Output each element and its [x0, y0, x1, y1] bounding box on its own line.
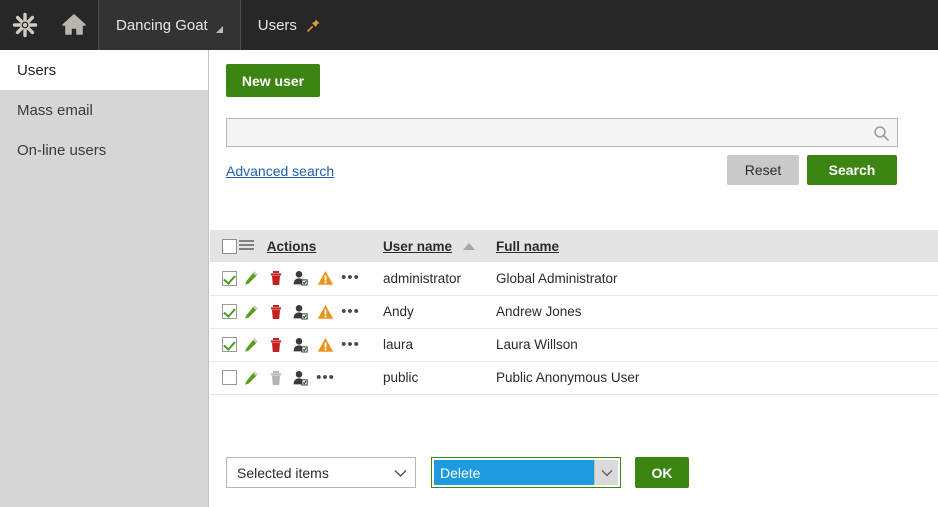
row-user-name: laura [383, 328, 496, 362]
user-roles-icon[interactable] [288, 337, 313, 353]
actions-header: Actions [238, 230, 383, 262]
chevron-down-icon [394, 465, 407, 481]
select-all-header [210, 230, 238, 262]
new-user-button[interactable]: New user [226, 64, 320, 97]
more-actions-icon[interactable]: ••• [338, 337, 363, 352]
home-icon[interactable] [49, 0, 98, 50]
row-checkbox[interactable] [222, 370, 237, 386]
full-name-header: Full name [496, 230, 938, 262]
user-name-header: User name [383, 230, 496, 262]
scope-select[interactable]: Selected items [226, 457, 416, 488]
edit-pencil-icon[interactable] [238, 370, 263, 386]
actions-header-label[interactable]: Actions [267, 239, 317, 254]
search-input[interactable] [227, 119, 897, 146]
site-selector-tab[interactable]: Dancing Goat [99, 0, 240, 50]
sidebar-item-label: Mass email [17, 101, 93, 119]
main-content-area: New user Advanced search Reset Search Ac… [210, 50, 938, 507]
more-actions-icon[interactable]: ••• [338, 304, 363, 319]
chevron-down-icon [215, 25, 223, 33]
action-select-value: Delete [434, 460, 594, 485]
row-actions-cell: ••• [238, 328, 383, 362]
row-select-cell [210, 262, 238, 296]
warning-triangle-icon[interactable] [313, 337, 338, 353]
search-field-wrapper [226, 118, 898, 147]
warning-triangle-icon[interactable] [313, 304, 338, 320]
row-user-name: Andy [383, 295, 496, 329]
sidebar-navigation: Users Mass email On-line users [0, 50, 209, 507]
ok-button[interactable]: OK [635, 457, 689, 488]
user-roles-icon[interactable] [288, 270, 313, 286]
kentico-asterisk-logo-icon[interactable] [0, 0, 49, 50]
more-actions-icon[interactable]: ••• [313, 370, 338, 385]
table-row[interactable]: ••• laura Laura Willson [210, 328, 938, 362]
sidebar-item-online-users[interactable]: On-line users [0, 130, 208, 170]
row-actions-cell: ••• [238, 262, 383, 296]
search-button[interactable]: Search [807, 155, 897, 185]
row-full-name: Global Administrator [496, 262, 938, 296]
top-navigation-bar: Dancing Goat Users [0, 0, 938, 50]
users-table-body: ••• administrator Global Administrator •… [210, 262, 938, 395]
row-user-name: public [383, 361, 496, 395]
table-header-row: Actions User name Full name [210, 230, 938, 262]
reset-button[interactable]: Reset [727, 155, 799, 185]
table-row[interactable]: ••• public Public Anonymous User [210, 361, 938, 395]
action-select[interactable]: Delete [431, 457, 621, 488]
row-actions-cell: ••• [238, 295, 383, 329]
table-row[interactable]: ••• Andy Andrew Jones [210, 295, 938, 329]
row-full-name: Andrew Jones [496, 295, 938, 329]
delete-trash-icon-disabled [263, 370, 288, 386]
row-checkbox[interactable] [222, 304, 237, 320]
pushpin-icon[interactable] [306, 18, 321, 33]
table-row[interactable]: ••• administrator Global Administrator [210, 262, 938, 296]
sidebar-item-mass-email[interactable]: Mass email [0, 90, 208, 130]
user-roles-icon[interactable] [288, 304, 313, 320]
user-roles-icon[interactable] [288, 370, 313, 386]
sidebar-item-label: On-line users [17, 141, 107, 159]
delete-trash-icon[interactable] [263, 270, 288, 286]
chevron-down-icon[interactable] [594, 460, 618, 485]
row-select-cell [210, 328, 238, 362]
row-checkbox[interactable] [222, 271, 237, 287]
edit-pencil-icon[interactable] [238, 337, 263, 353]
row-select-cell [210, 361, 238, 395]
more-actions-icon[interactable]: ••• [338, 270, 363, 285]
advanced-search-link[interactable]: Advanced search [226, 163, 334, 179]
site-selector-label: Dancing Goat [116, 16, 208, 34]
hamburger-menu-icon[interactable] [238, 239, 255, 254]
row-full-name: Public Anonymous User [496, 361, 938, 395]
users-admin-page: Dancing Goat Users Users Mass email On-l… [0, 0, 938, 507]
edit-pencil-icon[interactable] [238, 270, 263, 286]
warning-triangle-icon[interactable] [313, 270, 338, 286]
row-user-name: administrator [383, 262, 496, 296]
edit-pencil-icon[interactable] [238, 304, 263, 320]
scope-select-value: Selected items [237, 464, 329, 481]
sidebar-item-label: Users [17, 61, 57, 79]
delete-trash-icon[interactable] [263, 304, 288, 320]
full-name-header-label[interactable]: Full name [496, 239, 559, 254]
row-actions-cell: ••• [238, 361, 383, 395]
app-tab-label: Users [257, 16, 297, 34]
row-select-cell [210, 295, 238, 329]
app-tab-users[interactable]: Users [241, 0, 338, 50]
row-full-name: Laura Willson [496, 328, 938, 362]
sort-ascending-icon[interactable] [462, 243, 475, 251]
sidebar-item-users[interactable]: Users [0, 50, 208, 90]
select-all-checkbox[interactable] [222, 238, 237, 254]
row-checkbox[interactable] [222, 337, 237, 353]
delete-trash-icon[interactable] [263, 337, 288, 353]
user-name-header-label[interactable]: User name [383, 239, 452, 254]
users-table: Actions User name Full name ••• administ… [210, 230, 938, 395]
